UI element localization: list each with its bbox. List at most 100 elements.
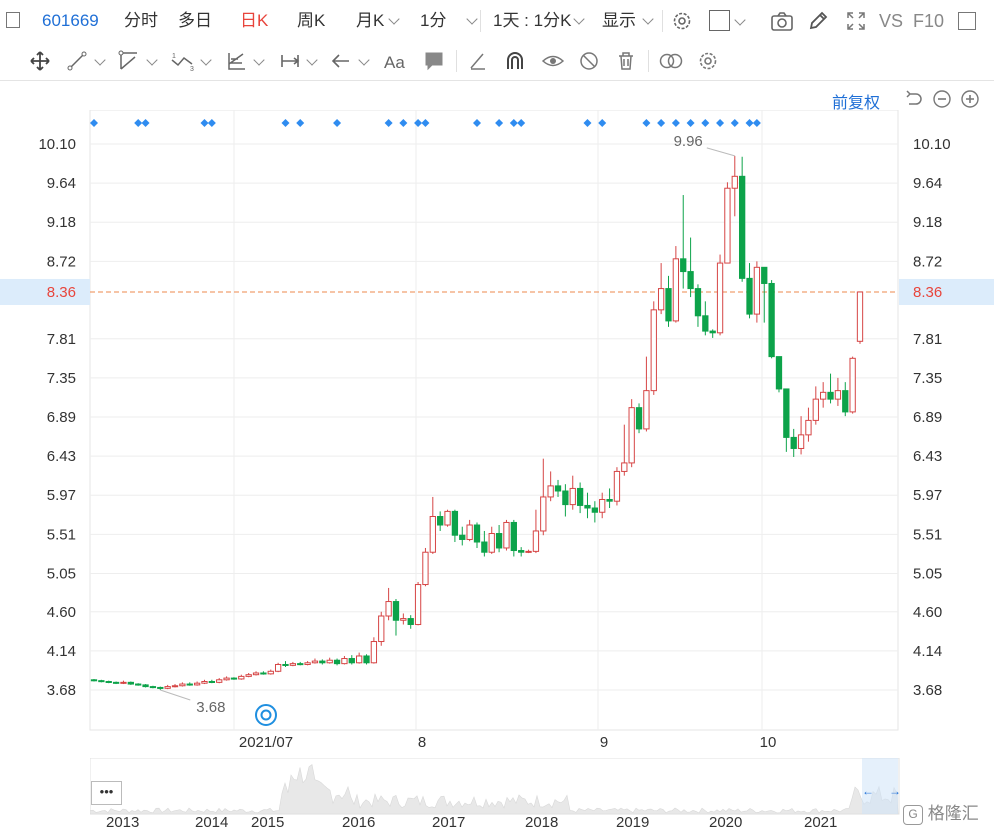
zoom-out-icon[interactable] [932, 89, 952, 109]
eye-lock-icon[interactable] [541, 50, 565, 72]
navigator-right-arrow[interactable]: → [889, 784, 901, 798]
high-price-label: 9.96 [674, 133, 703, 150]
candle-body [488, 533, 495, 553]
candle-body [223, 677, 230, 681]
candle-body [613, 470, 621, 502]
candle-body [459, 534, 466, 540]
svg-text:3: 3 [190, 66, 194, 72]
event-marker [598, 119, 607, 127]
window-mode-icon[interactable] [709, 10, 730, 31]
y-tick-label-right: 3.68 [913, 682, 942, 699]
chevron-down-icon[interactable] [306, 54, 318, 66]
navigator-menu-label: ••• [99, 784, 114, 799]
candle-body [584, 504, 591, 509]
event-marker [134, 119, 143, 127]
year-label: 2016 [342, 814, 376, 831]
chevron-down-icon [642, 13, 654, 25]
years-row: 2013 2014 2015 2016 2017 2018 2019 2020 … [0, 812, 900, 832]
candle-body [341, 658, 348, 665]
candle-body [348, 658, 355, 664]
candle-body [805, 419, 812, 436]
zoom-in-icon[interactable] [960, 89, 980, 109]
y-tick-label-right: 5.97 [913, 487, 942, 504]
period-tab-daily-k[interactable]: 日K [240, 0, 268, 42]
chevron-down-icon[interactable] [253, 54, 265, 66]
candle-body [90, 679, 98, 682]
multi-period-select[interactable]: 1天 : 1分K [493, 0, 586, 42]
candle-body [208, 680, 215, 683]
pen-icon[interactable] [807, 10, 829, 32]
candle-body [842, 390, 849, 413]
candle-body [518, 550, 525, 553]
candle-body [201, 680, 208, 684]
chevron-down-icon[interactable] [146, 54, 158, 66]
settings-icon[interactable] [697, 50, 719, 72]
period-tab-weekly-k[interactable]: 周K [297, 0, 325, 42]
candle-body [311, 660, 319, 664]
candle-body [716, 262, 724, 334]
candle-body [687, 271, 694, 290]
fullscreen-icon[interactable] [845, 10, 867, 32]
toolbar-divider [648, 50, 649, 72]
event-marker [701, 119, 710, 127]
magnet-icon[interactable] [504, 50, 526, 72]
chevron-down-icon[interactable] [734, 14, 746, 26]
candle-body [216, 679, 223, 683]
polyline-icon[interactable] [118, 50, 140, 72]
text-icon[interactable]: Aa [383, 50, 409, 72]
y-tick-label: 7.81 [47, 331, 76, 348]
candle-body [282, 663, 289, 666]
candle-body [525, 550, 532, 553]
camera-icon[interactable] [770, 10, 794, 32]
candlestick-chart[interactable]: 10.10 10.10 9.64 9.64 9.18 9.18 8.72 8.72 8.36 8.… [0, 110, 994, 755]
candle-body [724, 187, 731, 264]
watermark: G 格隆汇 [903, 802, 979, 826]
candle-body [245, 674, 252, 677]
move-icon[interactable] [29, 50, 51, 72]
navigator-left-arrow[interactable]: ← [862, 784, 874, 798]
compare-icon[interactable] [658, 50, 684, 72]
line-icon[interactable] [66, 50, 88, 72]
candle-body [260, 672, 267, 675]
stock-symbol[interactable]: 601669 [42, 0, 99, 42]
trash-icon[interactable] [615, 50, 637, 72]
settings-icon[interactable] [671, 10, 693, 32]
chevron-down-icon[interactable] [94, 54, 106, 66]
candle-body [120, 681, 127, 684]
eye-off-icon[interactable] [578, 50, 600, 72]
candle-body [503, 521, 510, 549]
event-marker [517, 119, 526, 127]
period-tab-monthly-k[interactable]: 月K [356, 0, 401, 42]
candle-body [297, 663, 304, 666]
fib-icon[interactable] [226, 50, 248, 72]
comment-icon[interactable] [423, 50, 445, 72]
range-icon[interactable] [279, 50, 301, 72]
candle-body [820, 391, 827, 400]
arrow-icon[interactable] [330, 50, 352, 72]
sidebar-toggle-icon[interactable] [6, 12, 20, 28]
ruler-icon[interactable] [467, 50, 489, 72]
news-badge-icon[interactable] [255, 704, 277, 726]
vs-compare-button[interactable]: VS [879, 0, 903, 42]
wave-icon[interactable]: 13 [170, 50, 196, 72]
panel-toggle-icon[interactable] [958, 12, 976, 30]
f10-button[interactable]: F10 [913, 0, 944, 42]
period-tab-intraday[interactable]: 分时 [124, 0, 158, 42]
period-tab-multiday[interactable]: 多日 [178, 0, 212, 42]
candle-body [856, 291, 864, 342]
undo-icon[interactable] [904, 89, 924, 109]
event-marker [686, 119, 695, 127]
high-annotation-line [706, 147, 735, 157]
display-menu[interactable]: 显示 [602, 0, 654, 42]
candle-body [731, 175, 738, 189]
chevron-down-icon[interactable] [358, 54, 370, 66]
x-tick-label: 2021/07 [239, 734, 293, 751]
candle-body [606, 498, 613, 502]
toolbar-divider [480, 10, 481, 32]
chevron-down-icon [466, 13, 479, 25]
period-tab-minute[interactable]: 1分 [420, 0, 479, 42]
navigator-menu-button[interactable]: ••• [91, 781, 122, 805]
chevron-down-icon[interactable] [200, 54, 212, 66]
y-tick-label: 6.43 [47, 448, 76, 465]
y-tick-label: 10.10 [38, 136, 76, 153]
